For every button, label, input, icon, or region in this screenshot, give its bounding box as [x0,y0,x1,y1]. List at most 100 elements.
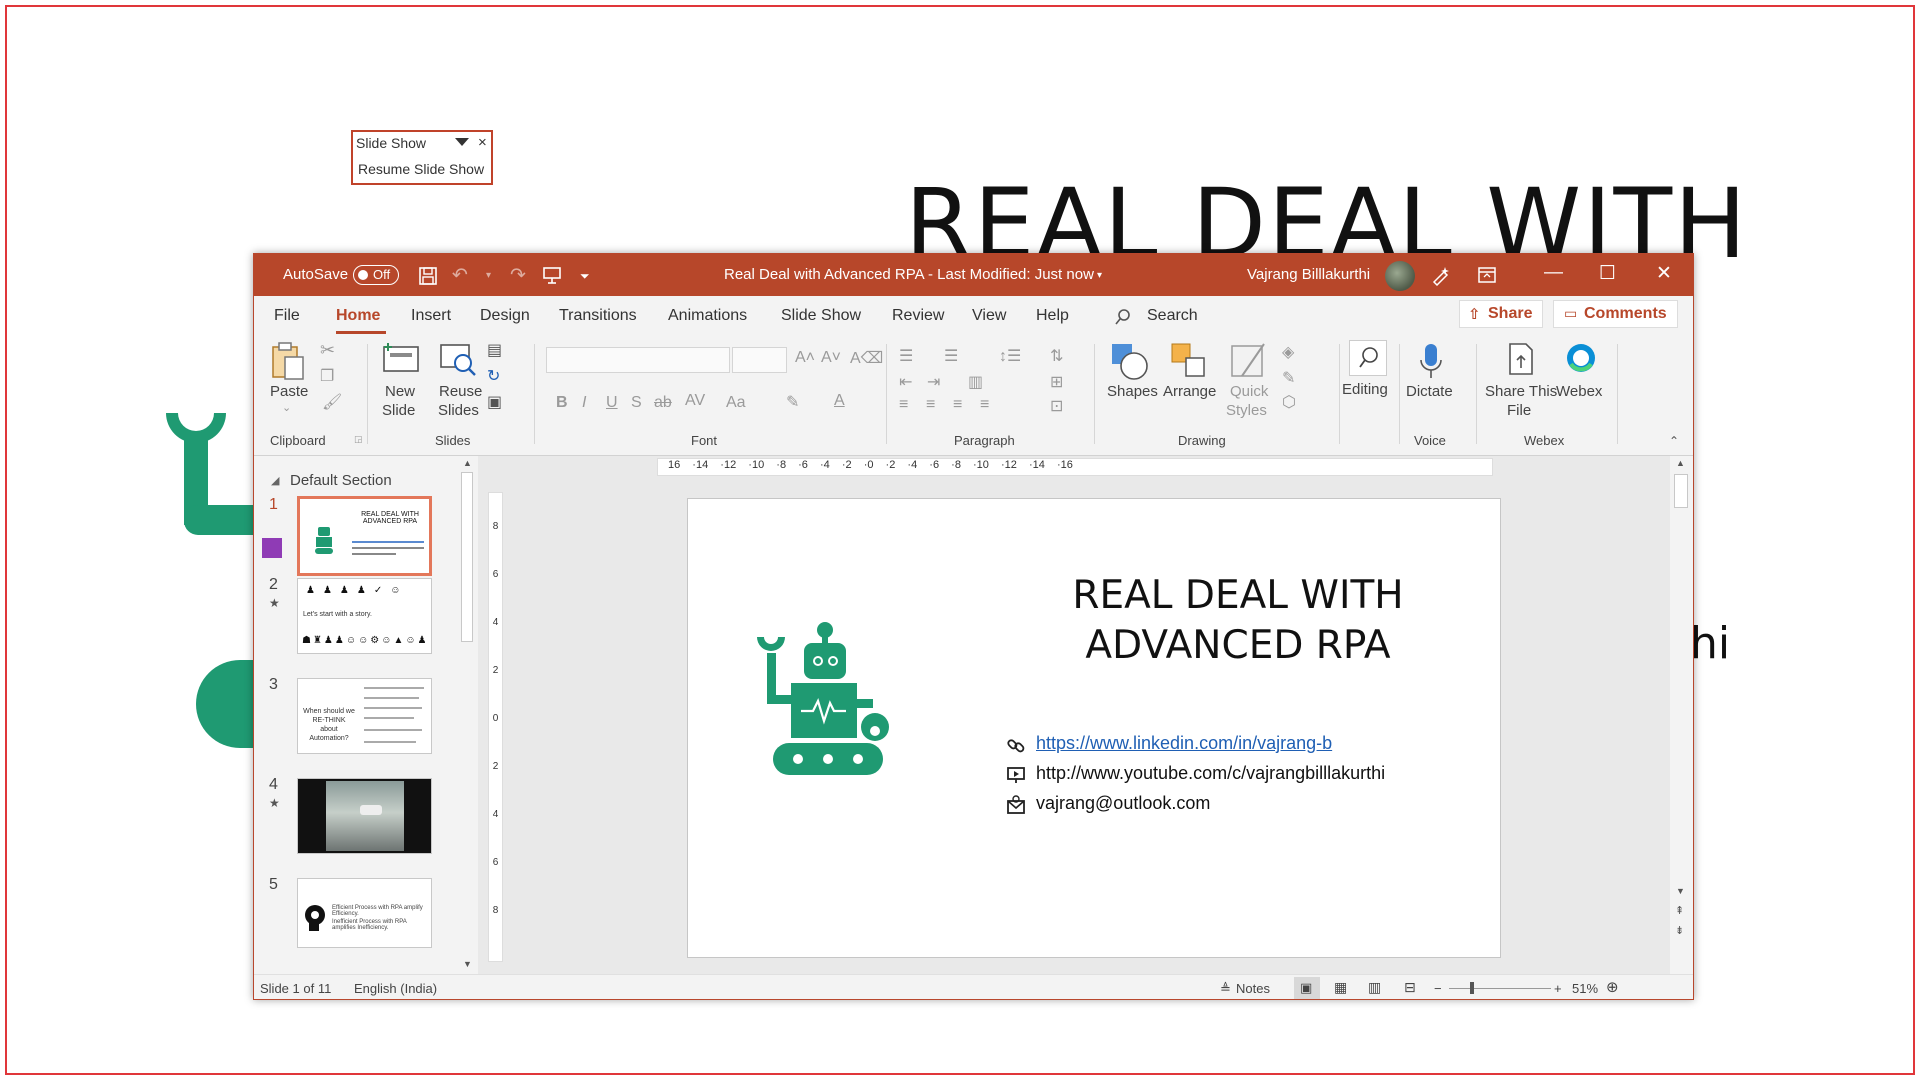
undo-icon[interactable]: ↶ [452,264,468,287]
reuse-slides-label2[interactable]: Slides [438,402,479,419]
search-icon[interactable] [1114,308,1132,326]
normal-view-button[interactable]: ▣ [1294,977,1320,999]
designer-pen-icon[interactable] [1430,264,1452,286]
arrange-icon[interactable] [1170,342,1208,380]
collapse-section-icon[interactable]: ◢ [271,474,279,487]
close-icon[interactable]: × [478,134,487,151]
canvas-scrollbar[interactable]: ▲ ▼ ⇞ ⇟ [1670,456,1692,974]
webex-label[interactable]: Webex [1556,383,1602,400]
copy-icon[interactable]: ❐ [320,366,334,386]
dictate-label[interactable]: Dictate [1406,383,1453,400]
change-case-icon[interactable]: Aa [726,394,746,412]
zoom-in-icon[interactable]: + [1554,981,1562,996]
quick-styles-label2[interactable]: Styles [1226,402,1267,419]
collapse-ribbon-icon[interactable]: ⌃ [1669,434,1679,448]
align-right-icon[interactable]: ≡ [953,396,962,414]
char-spacing-icon[interactable]: AV [685,392,705,410]
customize-toolbar-icon[interactable]: ⏷ [580,269,590,284]
tab-slide-show[interactable]: Slide Show [781,307,861,325]
slide-thumbnail-3[interactable]: When should we RE-THINK about Automation… [297,678,432,754]
autosave-toggle[interactable]: Off [353,265,399,285]
shape-effects-icon[interactable]: ⬡ [1282,392,1296,412]
scroll-down-icon[interactable]: ▼ [1676,886,1685,896]
clear-format-icon[interactable]: A⌫ [850,348,883,368]
thumbnail-scrollbar[interactable]: ▲ ▼ [458,456,476,974]
scroll-thumb[interactable] [461,472,473,642]
slide-thumbnail-2[interactable]: ♟♟♟♟✓☺ Let's start with a story. ☗♜♟♟☺☺⚙… [297,578,432,654]
paste-icon[interactable] [269,341,305,381]
tab-file[interactable]: File [274,307,300,325]
tab-home[interactable]: Home [336,307,380,325]
zoom-level[interactable]: 51% [1572,981,1598,996]
smartart-icon[interactable]: ⊡ [1050,396,1063,416]
bold-icon[interactable]: B [556,394,568,412]
zoom-slider[interactable] [1449,988,1551,989]
italic-icon[interactable]: I [582,394,586,412]
scroll-up-icon[interactable]: ▲ [1676,458,1685,468]
linkedin-link[interactable]: https://www.linkedin.com/in/vajrang-b [1036,733,1332,754]
tab-transitions[interactable]: Transitions [559,307,637,325]
new-slide-icon[interactable] [382,341,420,373]
slide-sorter-icon[interactable]: ▦ [1334,979,1347,996]
bullets-icon[interactable]: ☰ [899,346,913,366]
tab-review[interactable]: Review [892,307,944,325]
arrange-label[interactable]: Arrange [1163,383,1216,400]
section-name[interactable]: Default Section [290,472,392,489]
scroll-up-icon[interactable]: ▲ [463,458,472,468]
tab-help[interactable]: Help [1036,307,1069,325]
quick-styles-label[interactable]: Quick [1230,383,1268,400]
strikethrough-icon[interactable]: ab [654,394,672,412]
dropdown-icon[interactable] [455,138,469,146]
editing-label[interactable]: Editing [1342,381,1388,398]
align-text-icon[interactable]: ⊞ [1050,372,1063,392]
paste-dropdown-icon[interactable]: ⌄ [282,401,291,414]
previous-slide-icon[interactable]: ⇞ [1675,904,1684,917]
search-box[interactable]: Search [1147,307,1198,325]
section-icon[interactable]: ▣ [487,392,502,412]
scroll-thumb[interactable] [1674,474,1688,508]
font-color-icon[interactable]: A [834,392,845,410]
quick-styles-icon[interactable] [1230,340,1270,382]
reset-icon[interactable]: ↻ [487,366,500,386]
align-left-icon[interactable]: ≡ [899,396,908,414]
find-icon-box[interactable] [1349,340,1387,376]
scroll-down-icon[interactable]: ▼ [463,959,472,969]
save-icon[interactable] [418,266,438,286]
tab-design[interactable]: Design [480,307,530,325]
user-name[interactable]: Vajrang Billlakurthi [1247,266,1370,283]
share-file-label[interactable]: Share This [1485,383,1557,400]
tab-animations[interactable]: Animations [668,307,747,325]
shrink-font-icon[interactable]: A˅ [821,349,841,367]
zoom-out-icon[interactable]: − [1434,981,1442,996]
line-spacing-icon[interactable]: ↕☰ [999,346,1021,366]
increase-indent-icon[interactable]: ⇥ [927,372,940,392]
slide-thumbnail-5[interactable]: Efficient Process with RPA amplify Effic… [297,878,432,948]
cut-icon[interactable]: ✂ [320,340,335,361]
fit-to-window-icon[interactable]: ⊕ [1606,978,1619,996]
reuse-slides-label[interactable]: Reuse [439,383,482,400]
layout-icon[interactable]: ▤ [487,340,502,360]
grow-font-icon[interactable]: A˄ [795,349,815,367]
avatar[interactable] [1385,261,1415,291]
shapes-icon[interactable] [1110,342,1150,382]
shadow-icon[interactable]: S [631,394,642,412]
highlight-icon[interactable]: ✎ [786,392,799,412]
format-painter-icon[interactable]: 🖌 [322,392,342,412]
close-window-icon[interactable]: ✕ [1656,262,1672,285]
slide-thumbnail-4[interactable] [297,778,432,854]
new-slide-label[interactable]: New [385,383,415,400]
ribbon-display-icon[interactable] [1477,266,1497,284]
next-slide-icon[interactable]: ⇟ [1675,924,1684,937]
resume-slideshow-button[interactable]: Resume Slide Show [358,161,484,177]
reuse-slides-icon[interactable] [439,341,477,377]
shape-fill-icon[interactable]: ◈ [1282,342,1294,362]
comments-button[interactable]: ▭ Comments [1553,300,1678,328]
title-dropdown-icon[interactable]: ▾ [1097,270,1102,281]
undo-dropdown-icon[interactable]: ▾ [486,270,491,281]
tab-insert[interactable]: Insert [411,307,451,325]
language[interactable]: English (India) [354,981,437,996]
document-title[interactable]: Real Deal with Advanced RPA - Last Modif… [724,266,1094,283]
new-slide-label2[interactable]: Slide [382,402,415,419]
reading-view-icon[interactable]: ▥ [1368,979,1381,996]
clipboard-launcher-icon[interactable]: ◲ [354,434,363,445]
